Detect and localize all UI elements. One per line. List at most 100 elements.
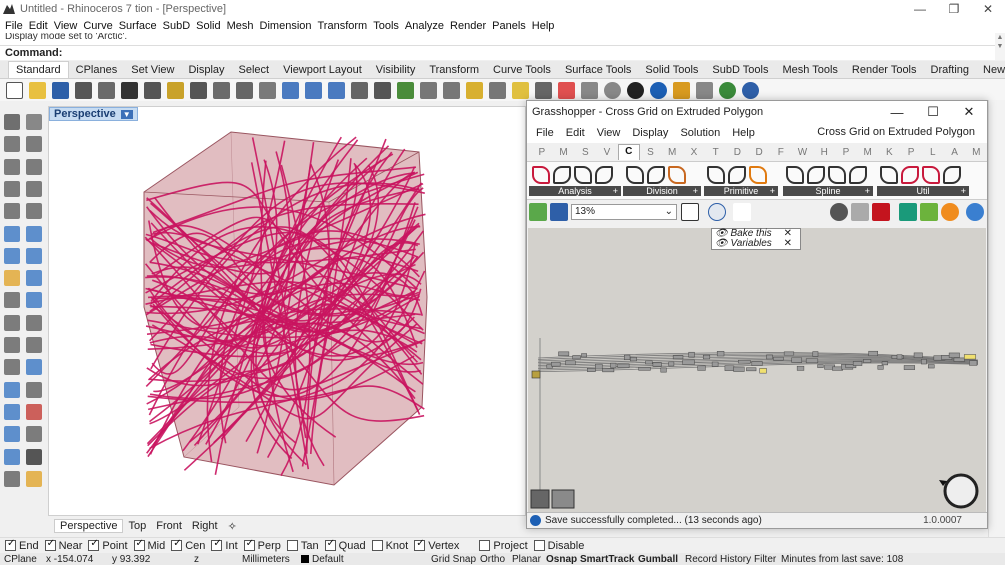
line-icon[interactable] [707,166,725,184]
gh-category-tab[interactable]: X [683,147,705,158]
polyline-icon[interactable] [828,166,846,184]
gh-color-icon[interactable] [941,202,959,221]
fillet-icon[interactable] [4,314,20,331]
perspective-viewport[interactable]: Perspective ▼ [48,106,526,516]
checkbox-icon[interactable] [286,540,298,551]
gh-canvas[interactable] [528,228,986,513]
gh-category-tab[interactable]: W [792,147,814,158]
material-icon[interactable] [627,81,644,99]
record-history-toggle[interactable]: Record History [685,554,754,565]
osnap-knot[interactable]: Knot [371,540,408,552]
rectangle-icon[interactable] [26,180,42,197]
extrude-icon[interactable] [4,270,20,287]
texture-icon[interactable] [650,81,667,99]
shatter-icon[interactable] [647,166,665,184]
status-layer[interactable]: Default [301,554,431,565]
osnap-disable[interactable]: Disable [533,540,584,552]
checkbox-icon[interactable] [211,538,223,551]
array-icon[interactable] [4,381,20,398]
menu-curve[interactable]: Curve [80,20,115,32]
analysis-icon[interactable] [532,166,550,184]
curve-closest-icon[interactable] [553,166,571,184]
curve-icon[interactable] [26,136,42,153]
command-prompt[interactable]: Command: [0,45,995,60]
gh-category-tab[interactable]: L [922,147,944,158]
checkbox-icon[interactable] [133,538,145,551]
gh-group-label[interactable]: Util [877,186,969,196]
checkbox-icon[interactable] [5,538,16,551]
gh-preview-off-icon[interactable] [830,202,848,221]
checkbox-icon[interactable] [479,540,491,551]
gh-category-tab[interactable]: P [900,147,922,158]
bezier-icon[interactable] [849,166,867,184]
tab-select[interactable]: Select [232,62,277,78]
tab-drafting[interactable]: Drafting [924,62,977,78]
osnap-end[interactable]: End [5,538,39,552]
gh-group-label[interactable]: Analysis [529,186,621,196]
explode-icon[interactable] [26,359,42,376]
new-icon[interactable] [6,81,23,99]
four-view-icon[interactable] [374,81,391,99]
menu-transform[interactable]: Transform [315,20,371,32]
check-icon[interactable] [26,448,42,465]
curve-length-icon[interactable] [574,166,592,184]
gh-group-label[interactable]: Primitive [704,186,778,196]
trim-icon[interactable] [4,337,20,353]
zoom-selected-icon[interactable] [328,81,345,99]
grasshopper-icon[interactable] [719,81,736,99]
osnap-mid[interactable]: Mid [133,538,165,552]
tab-subd-tools[interactable]: SubD Tools [705,62,775,78]
loft-icon[interactable] [26,225,42,242]
menu-subd[interactable]: SubD [160,20,194,32]
tab-set-view[interactable]: Set View [124,62,181,78]
menu-panels[interactable]: Panels [489,20,529,32]
checkbox-icon[interactable] [324,538,336,551]
osnap-int[interactable]: Int [211,538,238,552]
viewport-tab-front[interactable]: Front [151,520,187,532]
gh-category-tab[interactable]: M [661,147,683,158]
osnap-near[interactable]: Near [44,538,82,552]
smarttrack-toggle[interactable]: SmartTrack [580,554,638,565]
object-props-icon[interactable] [489,81,506,99]
rotate-view-icon[interactable] [351,81,368,99]
gh-sketch-icon[interactable] [681,202,699,221]
gear-icon[interactable] [696,81,713,99]
tab-display[interactable]: Display [181,62,231,78]
polygon-center-icon[interactable] [595,166,613,184]
block-icon[interactable] [26,403,42,420]
gh-material-icon[interactable] [920,202,938,221]
zoom-extents-icon[interactable] [305,81,322,99]
gh-category-tab[interactable]: D [748,147,770,158]
gh-menu-display[interactable]: Display [626,127,674,139]
fillet-icon[interactable] [901,166,919,184]
cut-icon[interactable] [121,81,138,99]
gh-save-icon[interactable] [550,202,568,221]
gh-preview-shaded-icon[interactable] [872,202,890,221]
sphere-solid-icon[interactable] [26,247,42,264]
checkbox-icon[interactable] [171,538,183,551]
gh-mesh-icon[interactable] [899,202,917,221]
gh-category-tab[interactable]: M [857,147,879,158]
gh-menu-help[interactable]: Help [726,127,761,139]
menu-mesh[interactable]: Mesh [224,20,257,32]
gh-category-tab[interactable]: D [726,147,748,158]
gh-bake-icon[interactable] [733,202,751,221]
text-icon[interactable] [26,426,42,443]
tab-new-in-v-[interactable]: New in V> [976,62,1005,78]
transform-icon[interactable] [26,381,42,398]
join-icon[interactable] [922,166,940,184]
circle-icon[interactable] [749,166,767,184]
gh-menu-file[interactable]: File [530,127,560,139]
layer-icon[interactable] [4,470,20,487]
tab-render-tools[interactable]: Render Tools [845,62,924,78]
move-view-icon[interactable] [236,81,253,99]
gh-zoom-select[interactable]: 13% ⌄ [571,203,677,220]
join-icon[interactable] [4,359,20,376]
tab-viewport-layout[interactable]: Viewport Layout [276,62,369,78]
gh-sphere-icon[interactable] [966,202,984,221]
osnap-toggle[interactable]: Osnap [546,554,580,565]
gh-open-icon[interactable] [529,202,547,221]
box-icon[interactable] [4,247,20,264]
gh-category-tab[interactable]: A [944,147,966,158]
gh-category-tab[interactable]: F [770,147,792,158]
